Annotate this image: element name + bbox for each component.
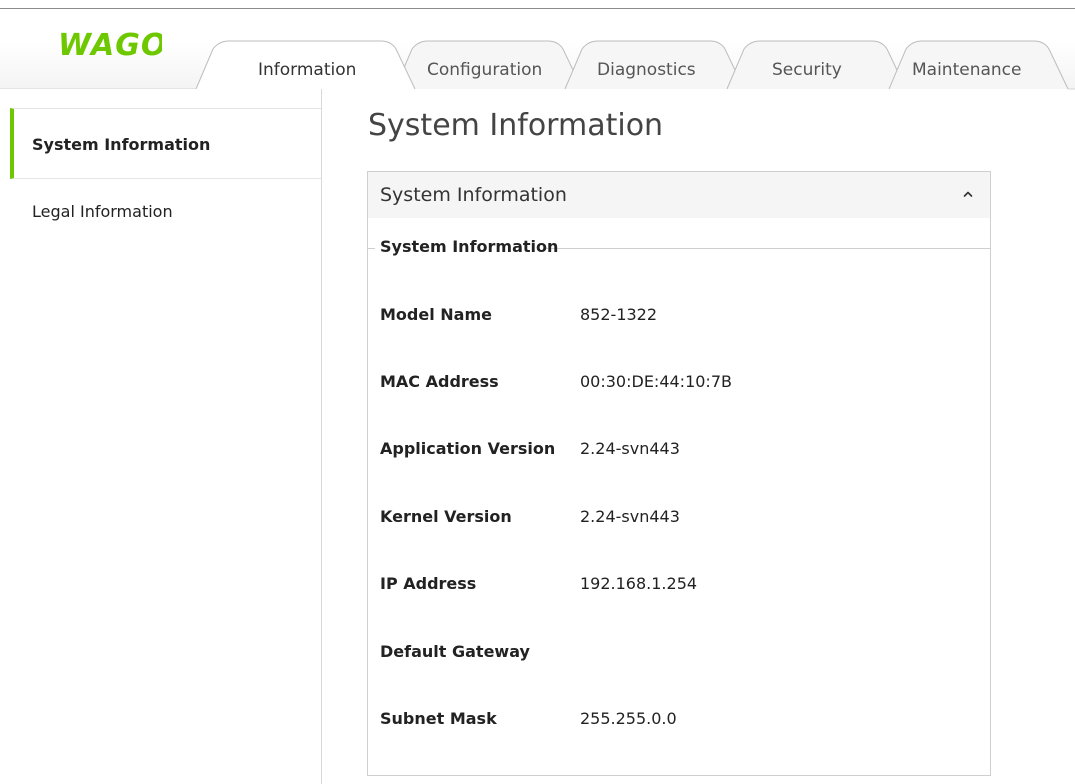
sidebar-divider — [321, 89, 322, 784]
ip-address-value: 192.168.1.254 — [580, 574, 698, 593]
subnet-mask-label: Subnet Mask — [380, 709, 497, 728]
page: WAGO Information Configuration Diagnosti… — [0, 0, 1075, 784]
mac-address-value: 00:30:DE:44:10:7B — [580, 372, 732, 391]
application-version-value: 2.24-svn443 — [580, 439, 680, 458]
model-name-label: Model Name — [380, 305, 492, 324]
tab-diagnostics[interactable]: Diagnostics — [597, 60, 696, 80]
ip-address-label: IP Address — [380, 574, 477, 593]
model-name-value: 852-1322 — [580, 305, 658, 324]
page-title: System Information — [368, 108, 664, 143]
kernel-version-label: Kernel Version — [380, 507, 512, 526]
fieldset-border-left — [368, 248, 375, 249]
panel-header[interactable]: System Information — [368, 172, 990, 218]
sidebar-item-legal-information[interactable]: Legal Information — [10, 184, 321, 240]
sidebar-item-system-information[interactable]: System Information — [10, 108, 321, 179]
subnet-mask-value: 255.255.0.0 — [580, 709, 677, 728]
kernel-version-value: 2.24-svn443 — [580, 507, 680, 526]
tab-configuration[interactable]: Configuration — [427, 60, 542, 80]
mac-address-label: MAC Address — [380, 372, 499, 391]
collapse-button[interactable] — [956, 182, 980, 206]
chevron-up-icon — [963, 191, 973, 197]
panel-title: System Information — [380, 184, 567, 206]
tab-maintenance[interactable]: Maintenance — [912, 60, 1021, 80]
system-information-panel: System Information System Information Mo… — [367, 171, 991, 776]
tab-security[interactable]: Security — [772, 60, 842, 80]
default-gateway-label: Default Gateway — [380, 642, 530, 661]
application-version-label: Application Version — [380, 439, 556, 458]
fieldset-legend: System Information — [380, 237, 559, 256]
tab-information[interactable]: Information — [258, 60, 356, 80]
fieldset-border-right — [544, 248, 990, 249]
